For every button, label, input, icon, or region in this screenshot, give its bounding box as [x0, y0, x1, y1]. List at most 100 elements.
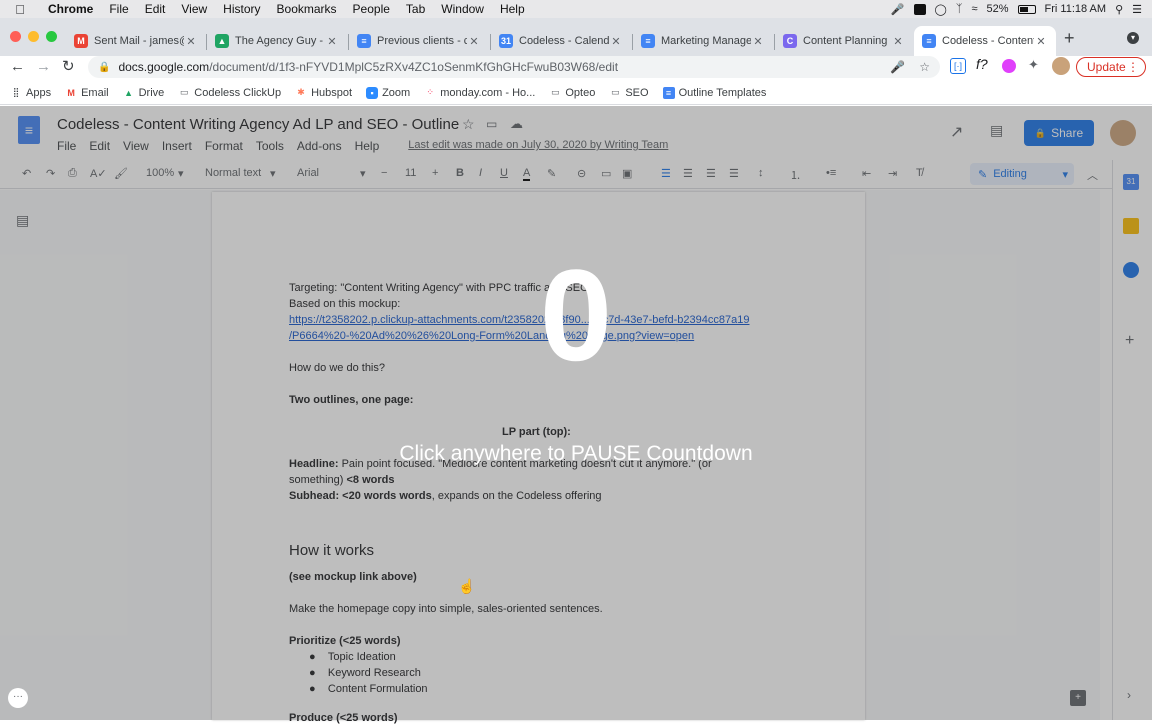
close-tab-icon[interactable]: ✕	[184, 35, 198, 48]
docs-icon: ≡	[641, 34, 655, 48]
menubar-clock[interactable]: Fri 11:18 AM	[1045, 3, 1107, 15]
address-bar[interactable]: 🔒 docs.google.com/document/d/1f3-nFYVD1M…	[88, 56, 940, 78]
bookmark-seo[interactable]: ▭ SEO	[609, 86, 649, 99]
bluetooth-icon[interactable]: ᛉ	[956, 3, 963, 15]
tab-title: Codeless - Content	[942, 35, 1034, 47]
close-tab-icon[interactable]: ✕	[1034, 35, 1048, 48]
close-tab-icon[interactable]: ✕	[467, 35, 481, 48]
close-tab-icon[interactable]: ✕	[609, 35, 623, 48]
folder-icon: ▭	[611, 87, 620, 97]
update-button[interactable]: Update ⋮	[1076, 57, 1146, 77]
mouse-cursor-icon: ☝	[458, 578, 476, 594]
bookmark-hubspot[interactable]: ✱ Hubspot	[295, 87, 352, 99]
zoom-icon: ▪	[366, 86, 379, 99]
clickup-icon: C	[783, 34, 797, 48]
new-tab-icon[interactable]: +	[1064, 28, 1075, 49]
bookmark-label: Hubspot	[311, 86, 353, 99]
browser-tab-strip: M Sent Mail - james@ ✕ ▲ The Agency Guy …	[0, 18, 1152, 56]
lock-icon[interactable]: 🔒	[98, 62, 110, 73]
menu-app-name[interactable]: Chrome	[40, 2, 101, 16]
bookmark-label: Email	[81, 86, 109, 99]
bookmark-drive[interactable]: ▲ Drive	[123, 86, 165, 99]
battery-icon[interactable]	[1017, 4, 1036, 14]
pause-countdown-message[interactable]: Click anywhere to PAUSE Countdown	[0, 442, 1152, 466]
bookmark-label: Opteo	[565, 86, 596, 99]
bookmark-apps[interactable]: ⣿ Apps	[10, 87, 51, 99]
browser-tab[interactable]: 31 Codeless - Calenda ✕	[491, 26, 631, 56]
hubspot-icon: ✱	[297, 87, 305, 97]
tab-search-icon[interactable]: ▾	[1127, 32, 1139, 44]
bookmark-label: Drive	[138, 86, 165, 99]
menu-people[interactable]: People	[345, 2, 398, 16]
bookmark-opteo[interactable]: ▭ Opteo	[549, 87, 595, 99]
close-tab-icon[interactable]: ✕	[751, 35, 765, 48]
folder-icon: ▭	[551, 87, 560, 97]
wifi-icon[interactable]: ≈	[971, 3, 977, 15]
control-center-icon[interactable]: ☰	[1132, 3, 1142, 16]
window-zoom-button[interactable]	[46, 31, 57, 42]
tab-title: Codeless - Calenda	[519, 35, 609, 47]
back-icon[interactable]: ←	[10, 58, 25, 75]
docs-icon: ≡	[922, 34, 936, 48]
menu-view[interactable]: View	[173, 2, 215, 16]
menu-history[interactable]: History	[215, 2, 268, 16]
tab-title: Content Planning | E	[803, 35, 891, 47]
browser-tab[interactable]: ≡ Previous clients - co ✕	[349, 26, 489, 56]
bookmark-outline-templates[interactable]: ≡ Outline Templates	[662, 86, 766, 99]
countdown-overlay[interactable]	[0, 106, 1152, 720]
browser-tab[interactable]: C Content Planning | E ✕	[775, 26, 913, 56]
browser-toolbar: ← → ↻ 🔒 docs.google.com/document/d/1f3-n…	[0, 56, 1152, 81]
bookmark-codeless-clickup[interactable]: ▭ Codeless ClickUp	[178, 87, 281, 99]
tab-title: Previous clients - co	[377, 35, 467, 47]
window-close-button[interactable]	[10, 31, 21, 42]
browser-tab[interactable]: M Sent Mail - james@ ✕	[66, 26, 206, 56]
close-tab-icon[interactable]: ✕	[325, 35, 339, 48]
spotlight-search-icon[interactable]: ⚲	[1115, 3, 1123, 16]
more-options-icon[interactable]: ···	[8, 688, 28, 708]
menu-help[interactable]: Help	[492, 2, 533, 16]
extension-font-icon[interactable]: f?	[976, 56, 988, 72]
window-minimize-button[interactable]	[28, 31, 39, 42]
profile-avatar[interactable]	[1052, 57, 1070, 75]
bookmark-label: Codeless ClickUp	[194, 86, 282, 99]
gmail-icon: M	[67, 87, 75, 98]
more-menu-icon[interactable]: ⋮	[1127, 60, 1139, 74]
voice-search-icon[interactable]: 🎤	[890, 60, 905, 74]
forward-icon[interactable]: →	[36, 58, 51, 75]
bookmark-label: SEO	[625, 86, 649, 99]
battery-percent[interactable]: 52%	[986, 3, 1008, 15]
focus-icon[interactable]: ◯	[935, 3, 947, 16]
tab-title: Marketing Managem	[661, 35, 751, 47]
drive-icon: ▲	[124, 87, 134, 98]
url-host: docs.google.com	[118, 60, 210, 74]
menu-file[interactable]: File	[101, 2, 136, 16]
update-label: Update	[1087, 60, 1126, 74]
menu-window[interactable]: Window	[433, 2, 492, 16]
menu-bookmarks[interactable]: Bookmarks	[269, 2, 345, 16]
browser-tab[interactable]: ≡ Marketing Managem ✕	[633, 26, 773, 56]
apps-grid-icon: ⣿	[12, 87, 20, 97]
bookmark-monday[interactable]: ⁘ monday.com - Ho...	[424, 87, 535, 99]
bookmark-label: Apps	[26, 86, 52, 99]
menu-edit[interactable]: Edit	[137, 2, 174, 16]
folder-icon: ▭	[180, 87, 189, 97]
microphone-icon[interactable]: 🎤	[891, 3, 905, 16]
menu-tab[interactable]: Tab	[398, 2, 433, 16]
extension-screenshot-icon[interactable]: [·]	[950, 58, 966, 74]
bookmark-email[interactable]: M Email	[65, 86, 109, 99]
reload-icon[interactable]: ↻	[62, 57, 75, 75]
extension-color-icon[interactable]	[1002, 59, 1016, 73]
bookmark-star-icon[interactable]: ☆	[919, 60, 930, 74]
screen-record-icon[interactable]	[913, 3, 926, 15]
close-tab-icon[interactable]: ✕	[891, 35, 905, 48]
docs-icon: ≡	[662, 86, 675, 99]
drive-icon: ▲	[215, 34, 229, 48]
apple-menu-icon[interactable]: 	[0, 2, 40, 17]
bookmark-label: Zoom	[382, 86, 411, 99]
bookmark-zoom[interactable]: ▪ Zoom	[366, 86, 411, 99]
countdown-number[interactable]: 0	[0, 250, 1152, 380]
browser-tab[interactable]: ▲ The Agency Guy - C ✕	[207, 26, 347, 56]
extensions-puzzle-icon[interactable]: ✦	[1028, 57, 1039, 73]
browser-tab-active[interactable]: ≡ Codeless - Content ✕	[914, 26, 1056, 56]
macos-menubar:  Chrome File Edit View History Bookmark…	[0, 0, 1152, 18]
